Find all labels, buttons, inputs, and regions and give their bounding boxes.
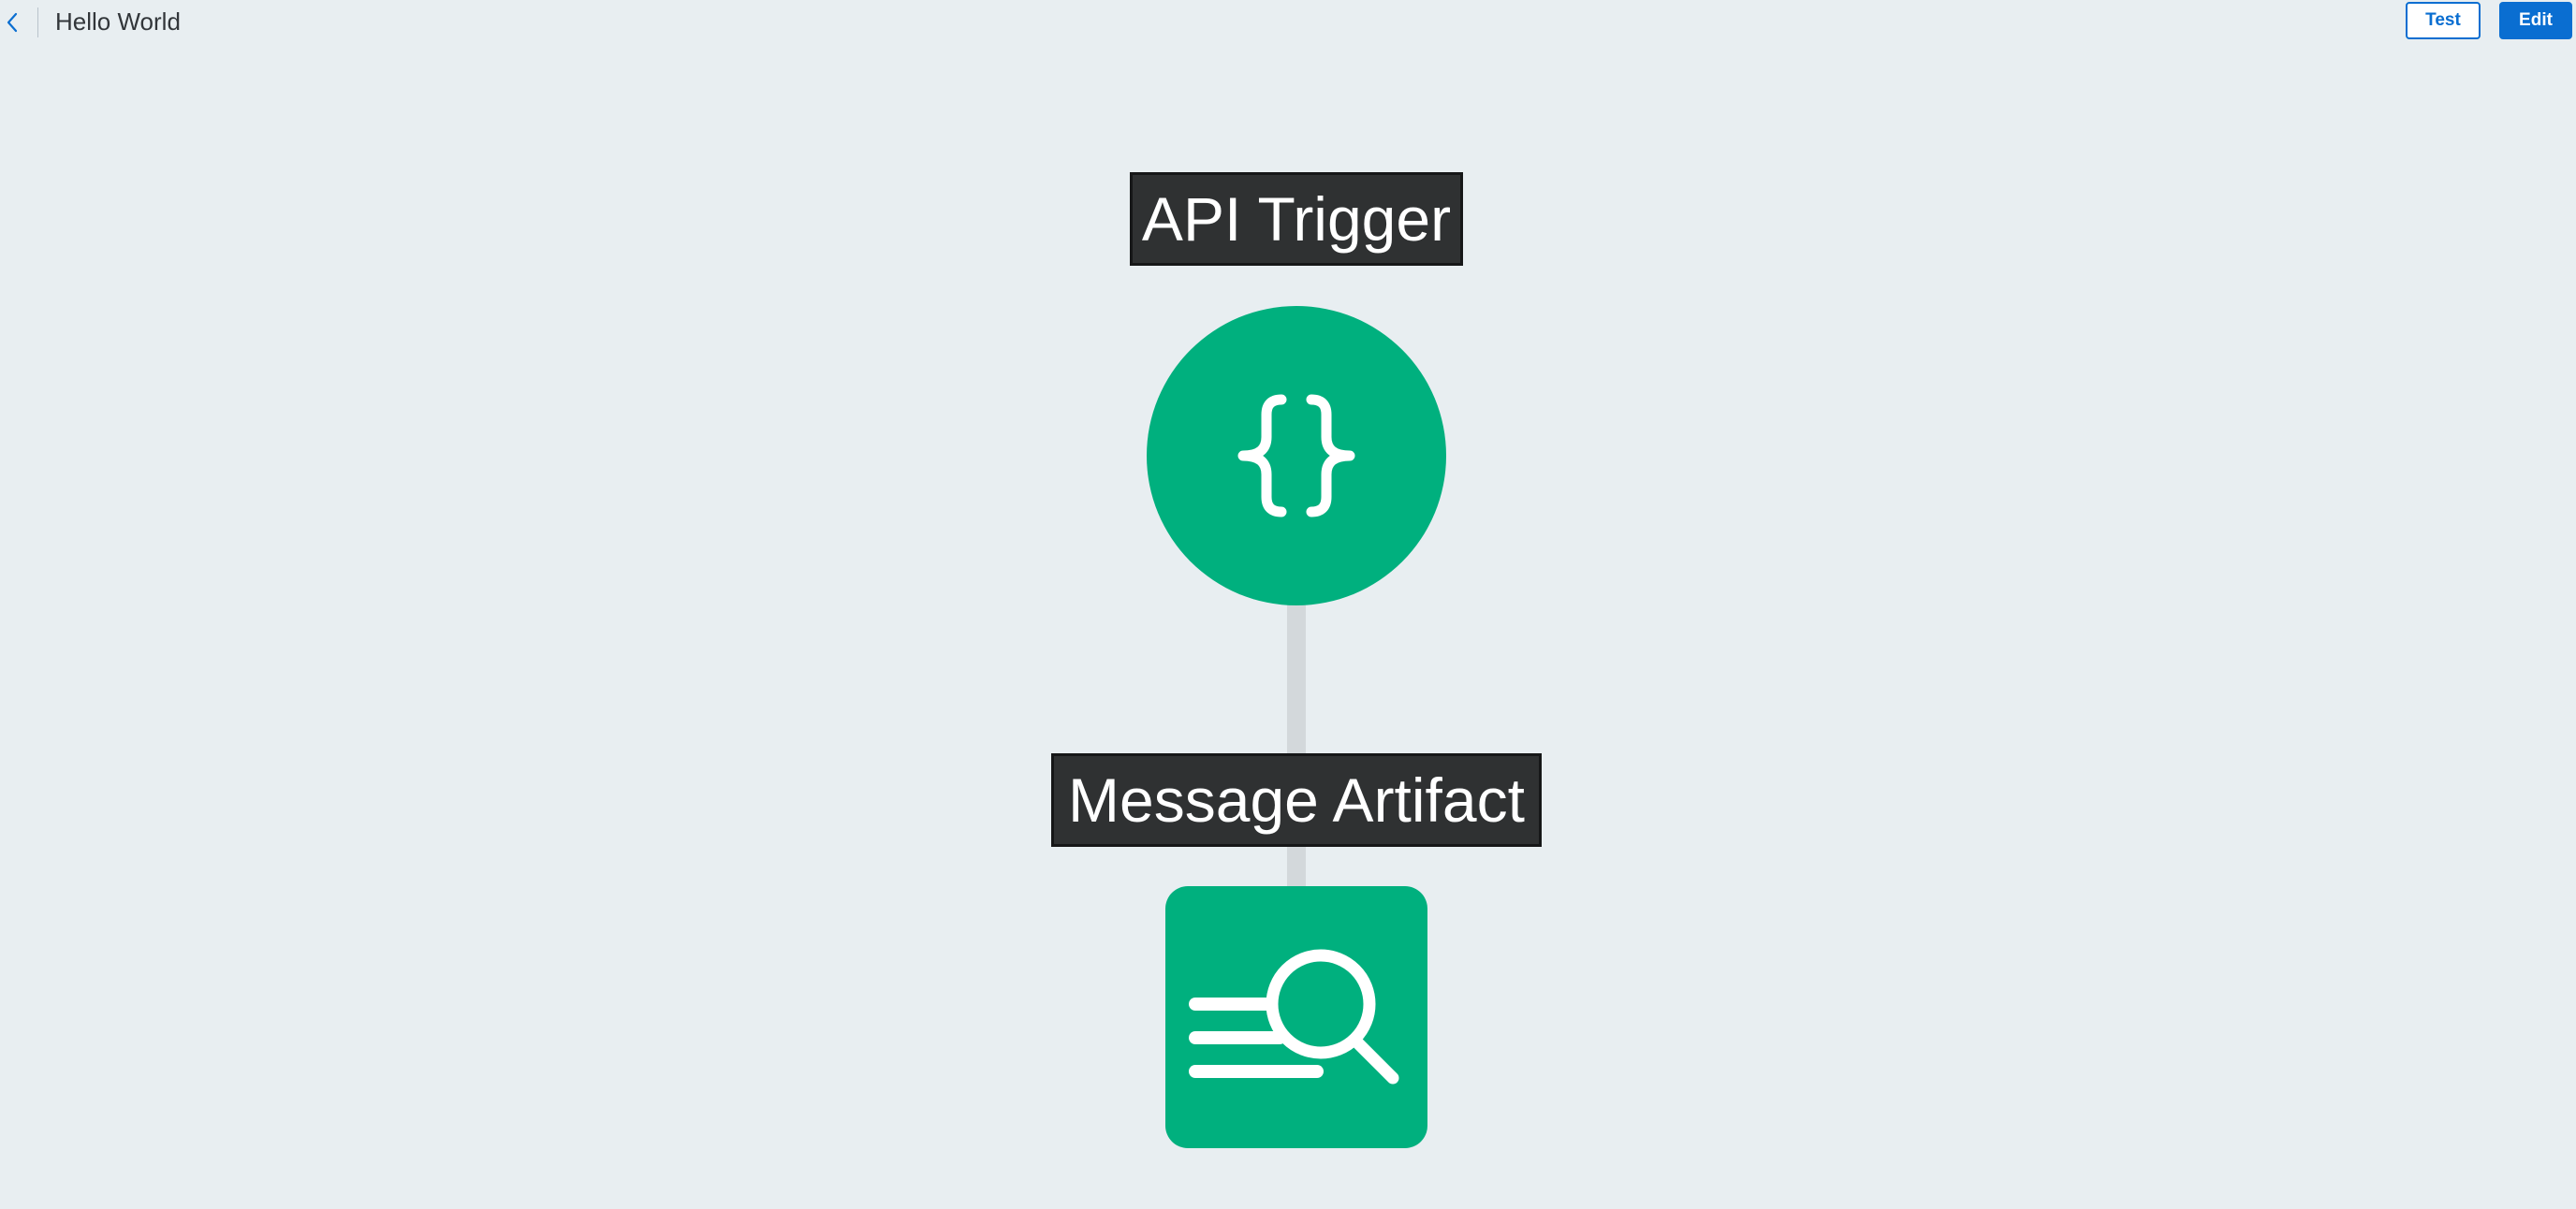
text-search-icon (1189, 949, 1399, 1085)
header-divider (37, 7, 38, 37)
page-title: Hello World (55, 7, 181, 36)
test-button[interactable]: Test (2406, 2, 2481, 39)
api-trigger-label: API Trigger (1130, 172, 1463, 266)
flow-connector (1287, 599, 1306, 898)
message-artifact-node[interactable] (1165, 886, 1427, 1148)
chevron-left-icon (7, 12, 18, 33)
curly-braces-icon (1237, 394, 1355, 517)
edit-button[interactable]: Edit (2499, 2, 2572, 39)
message-artifact-label: Message Artifact (1051, 753, 1542, 847)
api-trigger-node[interactable] (1147, 306, 1446, 605)
back-button[interactable] (2, 7, 22, 37)
header-bar: Hello World Test Edit (0, 0, 2576, 45)
